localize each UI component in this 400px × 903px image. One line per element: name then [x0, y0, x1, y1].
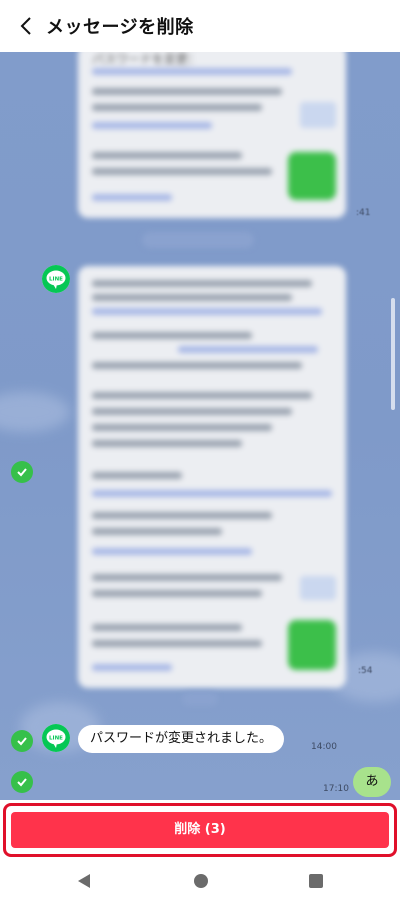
message-time: :41 [356, 208, 371, 218]
message-bubble: パスワードが変更されました。 [78, 725, 285, 753]
selected-checkbox[interactable] [11, 771, 33, 793]
blurred-indicator [182, 692, 218, 706]
scrollbar[interactable] [391, 298, 395, 410]
selected-checkbox[interactable] [11, 461, 33, 483]
my-message-bubble: あ [353, 767, 391, 797]
nav-back-button[interactable] [76, 872, 92, 894]
line-avatar: LINE [42, 265, 70, 293]
card-header-text: パスワードを変更： [92, 52, 201, 66]
system-nav-bar [0, 860, 400, 903]
line-logo-icon: LINE [42, 265, 70, 293]
delete-button[interactable]: 削除 (3) [11, 812, 389, 848]
line-logo-icon: LINE [42, 724, 70, 752]
message-time: 17:10 [323, 784, 349, 794]
recents-square-icon [309, 874, 323, 888]
chevron-left-icon [20, 17, 31, 35]
blurred-message-card [78, 266, 346, 688]
background-cloud [0, 392, 70, 432]
chat-area[interactable]: パスワードを変更： :41 LINE:54 LINE パスワードが変更されまし… [0, 52, 400, 800]
page-title: メッセージを削除 [46, 17, 194, 38]
svg-text:LINE: LINE [49, 277, 63, 283]
header-bar: メッセージを削除 [0, 0, 400, 52]
checkmark-icon [17, 468, 27, 477]
back-button[interactable] [14, 12, 38, 40]
blurred-message-card: パスワードを変更： [78, 52, 346, 218]
message-time: :54 [358, 666, 373, 676]
checkmark-icon [17, 778, 27, 787]
line-avatar: LINE [42, 724, 70, 752]
nav-recents-button[interactable] [308, 873, 324, 893]
home-circle-icon [194, 874, 208, 888]
back-triangle-icon [78, 874, 90, 888]
date-separator [142, 232, 254, 248]
checkmark-icon [17, 737, 27, 746]
nav-home-button[interactable] [193, 873, 209, 893]
selected-checkbox[interactable] [11, 730, 33, 752]
message-time: 14:00 [311, 742, 337, 752]
svg-text:LINE: LINE [49, 736, 63, 742]
